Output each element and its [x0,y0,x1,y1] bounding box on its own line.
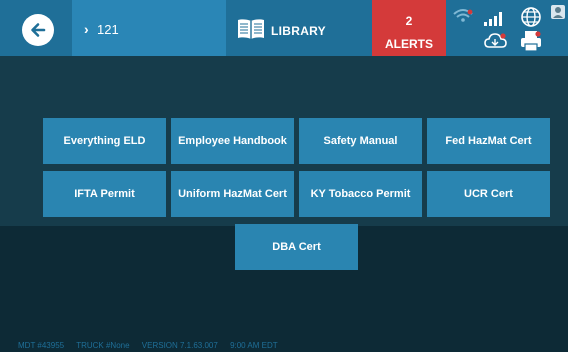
cloud-sync-icon [484,33,507,48]
app-version: VERSION 7.1.63.007 [141,341,218,350]
alerts-label: ALERTS [385,37,433,51]
doc-button-employee-handbook[interactable]: Employee Handbook [171,118,294,164]
signal-bars-icon [484,12,502,26]
alerts-count: 2 [405,14,413,28]
doc-button-uniform-hazmat-cert[interactable]: Uniform HazMat Cert [171,171,294,217]
doc-button-everything-eld[interactable]: Everything ELD [43,118,166,164]
doc-button-fed-hazmat-cert[interactable]: Fed HazMat Cert [427,118,550,164]
chevron-right-icon: › [84,21,89,37]
route-number: 121 [97,22,119,37]
top-bar: › 121 LIBRARY 2 ALERTS [0,0,568,56]
truck-number: TRUCK #None [76,341,130,350]
doc-button-dba-cert[interactable]: DBA Cert [235,224,358,270]
back-button[interactable] [22,14,54,46]
globe-icon [521,7,541,27]
status-footer: MDT #43955 TRUCK #None VERSION 7.1.63.00… [18,341,288,350]
mdt-number: MDT #43955 [18,341,65,350]
book-icon [238,19,264,39]
library-header: LIBRARY [226,0,372,56]
wifi-icon [453,9,473,22]
doc-button-ky-tobacco-permit[interactable]: KY Tobacco Permit [299,171,422,217]
arrow-left-icon [31,23,46,37]
route-selector[interactable]: › 121 [72,0,226,56]
alerts-button[interactable]: 2 ALERTS [372,0,446,56]
doc-button-ifta-permit[interactable]: IFTA Permit [43,171,166,217]
printer-icon [521,31,541,52]
doc-button-ucr-cert[interactable]: UCR Cert [427,171,550,217]
profile-icon [551,5,565,19]
status-icons [446,0,568,56]
doc-button-safety-manual[interactable]: Safety Manual [299,118,422,164]
clock-time: 9:00 AM EDT [230,341,278,350]
page-title: LIBRARY [271,24,326,38]
